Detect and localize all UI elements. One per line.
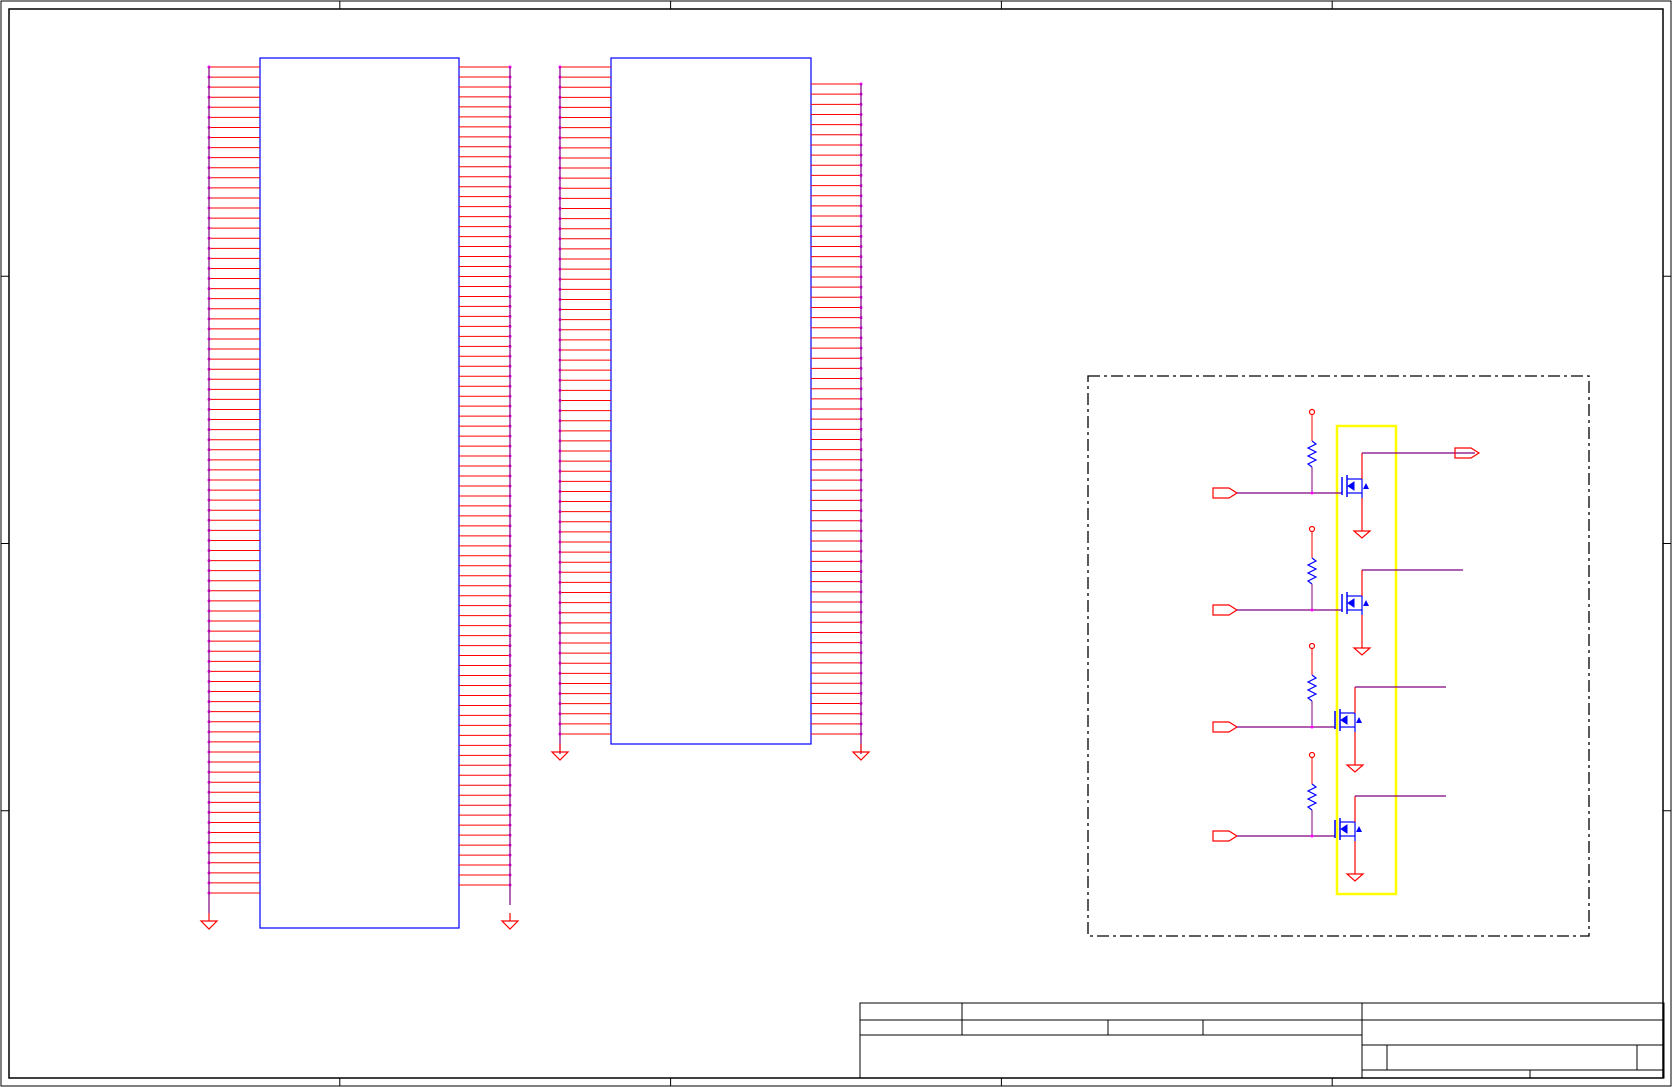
pullup-supply	[1308, 525, 1316, 533]
input-port	[1212, 721, 1239, 733]
title-block	[859, 1002, 1665, 1079]
connector-2-body	[610, 57, 812, 745]
driver-block	[1087, 375, 1590, 937]
body-diode	[1356, 717, 1362, 723]
ground-symbol	[1352, 647, 1372, 656]
ground-symbol	[1345, 764, 1365, 773]
driver-channel	[1212, 751, 1446, 882]
ground-symbol	[199, 920, 219, 930]
sheet-frame	[0, 0, 1672, 1087]
pullup-supply	[1308, 751, 1316, 759]
title-block-outer	[859, 1002, 1665, 1079]
connector-2-ground-symbols	[550, 744, 871, 761]
mosfet-arrow	[1340, 824, 1348, 834]
pullup-supply	[1308, 408, 1316, 416]
body-diode	[1363, 600, 1369, 606]
connector-1-left-pins	[207, 65, 260, 913]
junction-dot	[1310, 834, 1314, 838]
driver-block-dashed-border	[1087, 375, 1590, 937]
body-diode	[1356, 826, 1362, 832]
schematic-drawing	[0, 0, 1672, 1087]
driver-channel	[1212, 408, 1475, 539]
ground-symbol	[1345, 873, 1365, 882]
resistor	[1306, 557, 1318, 585]
junction-dot	[1310, 608, 1314, 612]
mosfet-highlight-box	[1335, 424, 1398, 896]
input-port	[1212, 830, 1239, 842]
connector-1-ground-symbols	[199, 913, 520, 930]
body-diode	[1363, 483, 1369, 489]
ground-symbol	[1352, 530, 1372, 539]
connector-2	[550, 57, 871, 761]
connector-2-left-pins	[558, 65, 611, 754]
driver-channel	[1212, 642, 1446, 773]
mosfet-arrow	[1347, 598, 1355, 608]
junction-dot	[1310, 491, 1314, 495]
input-port	[1212, 604, 1239, 616]
connector-1	[199, 57, 520, 930]
driver-channels	[1212, 408, 1481, 882]
connector-1-body	[259, 57, 460, 929]
connector-1-right-pins	[459, 65, 512, 905]
zone-ticks	[1, 1, 1671, 1086]
schematic-sheet	[0, 0, 1672, 1087]
ground-symbol	[500, 920, 520, 930]
resistor	[1306, 674, 1318, 702]
pullup-supply	[1308, 642, 1316, 650]
junction-dot	[1310, 725, 1314, 729]
resistor	[1306, 783, 1318, 811]
resistor	[1306, 440, 1318, 468]
mosfet-arrow	[1340, 715, 1348, 725]
connector-2-right-pins	[811, 82, 863, 754]
input-port	[1212, 487, 1239, 499]
mosfet-arrow	[1347, 481, 1355, 491]
